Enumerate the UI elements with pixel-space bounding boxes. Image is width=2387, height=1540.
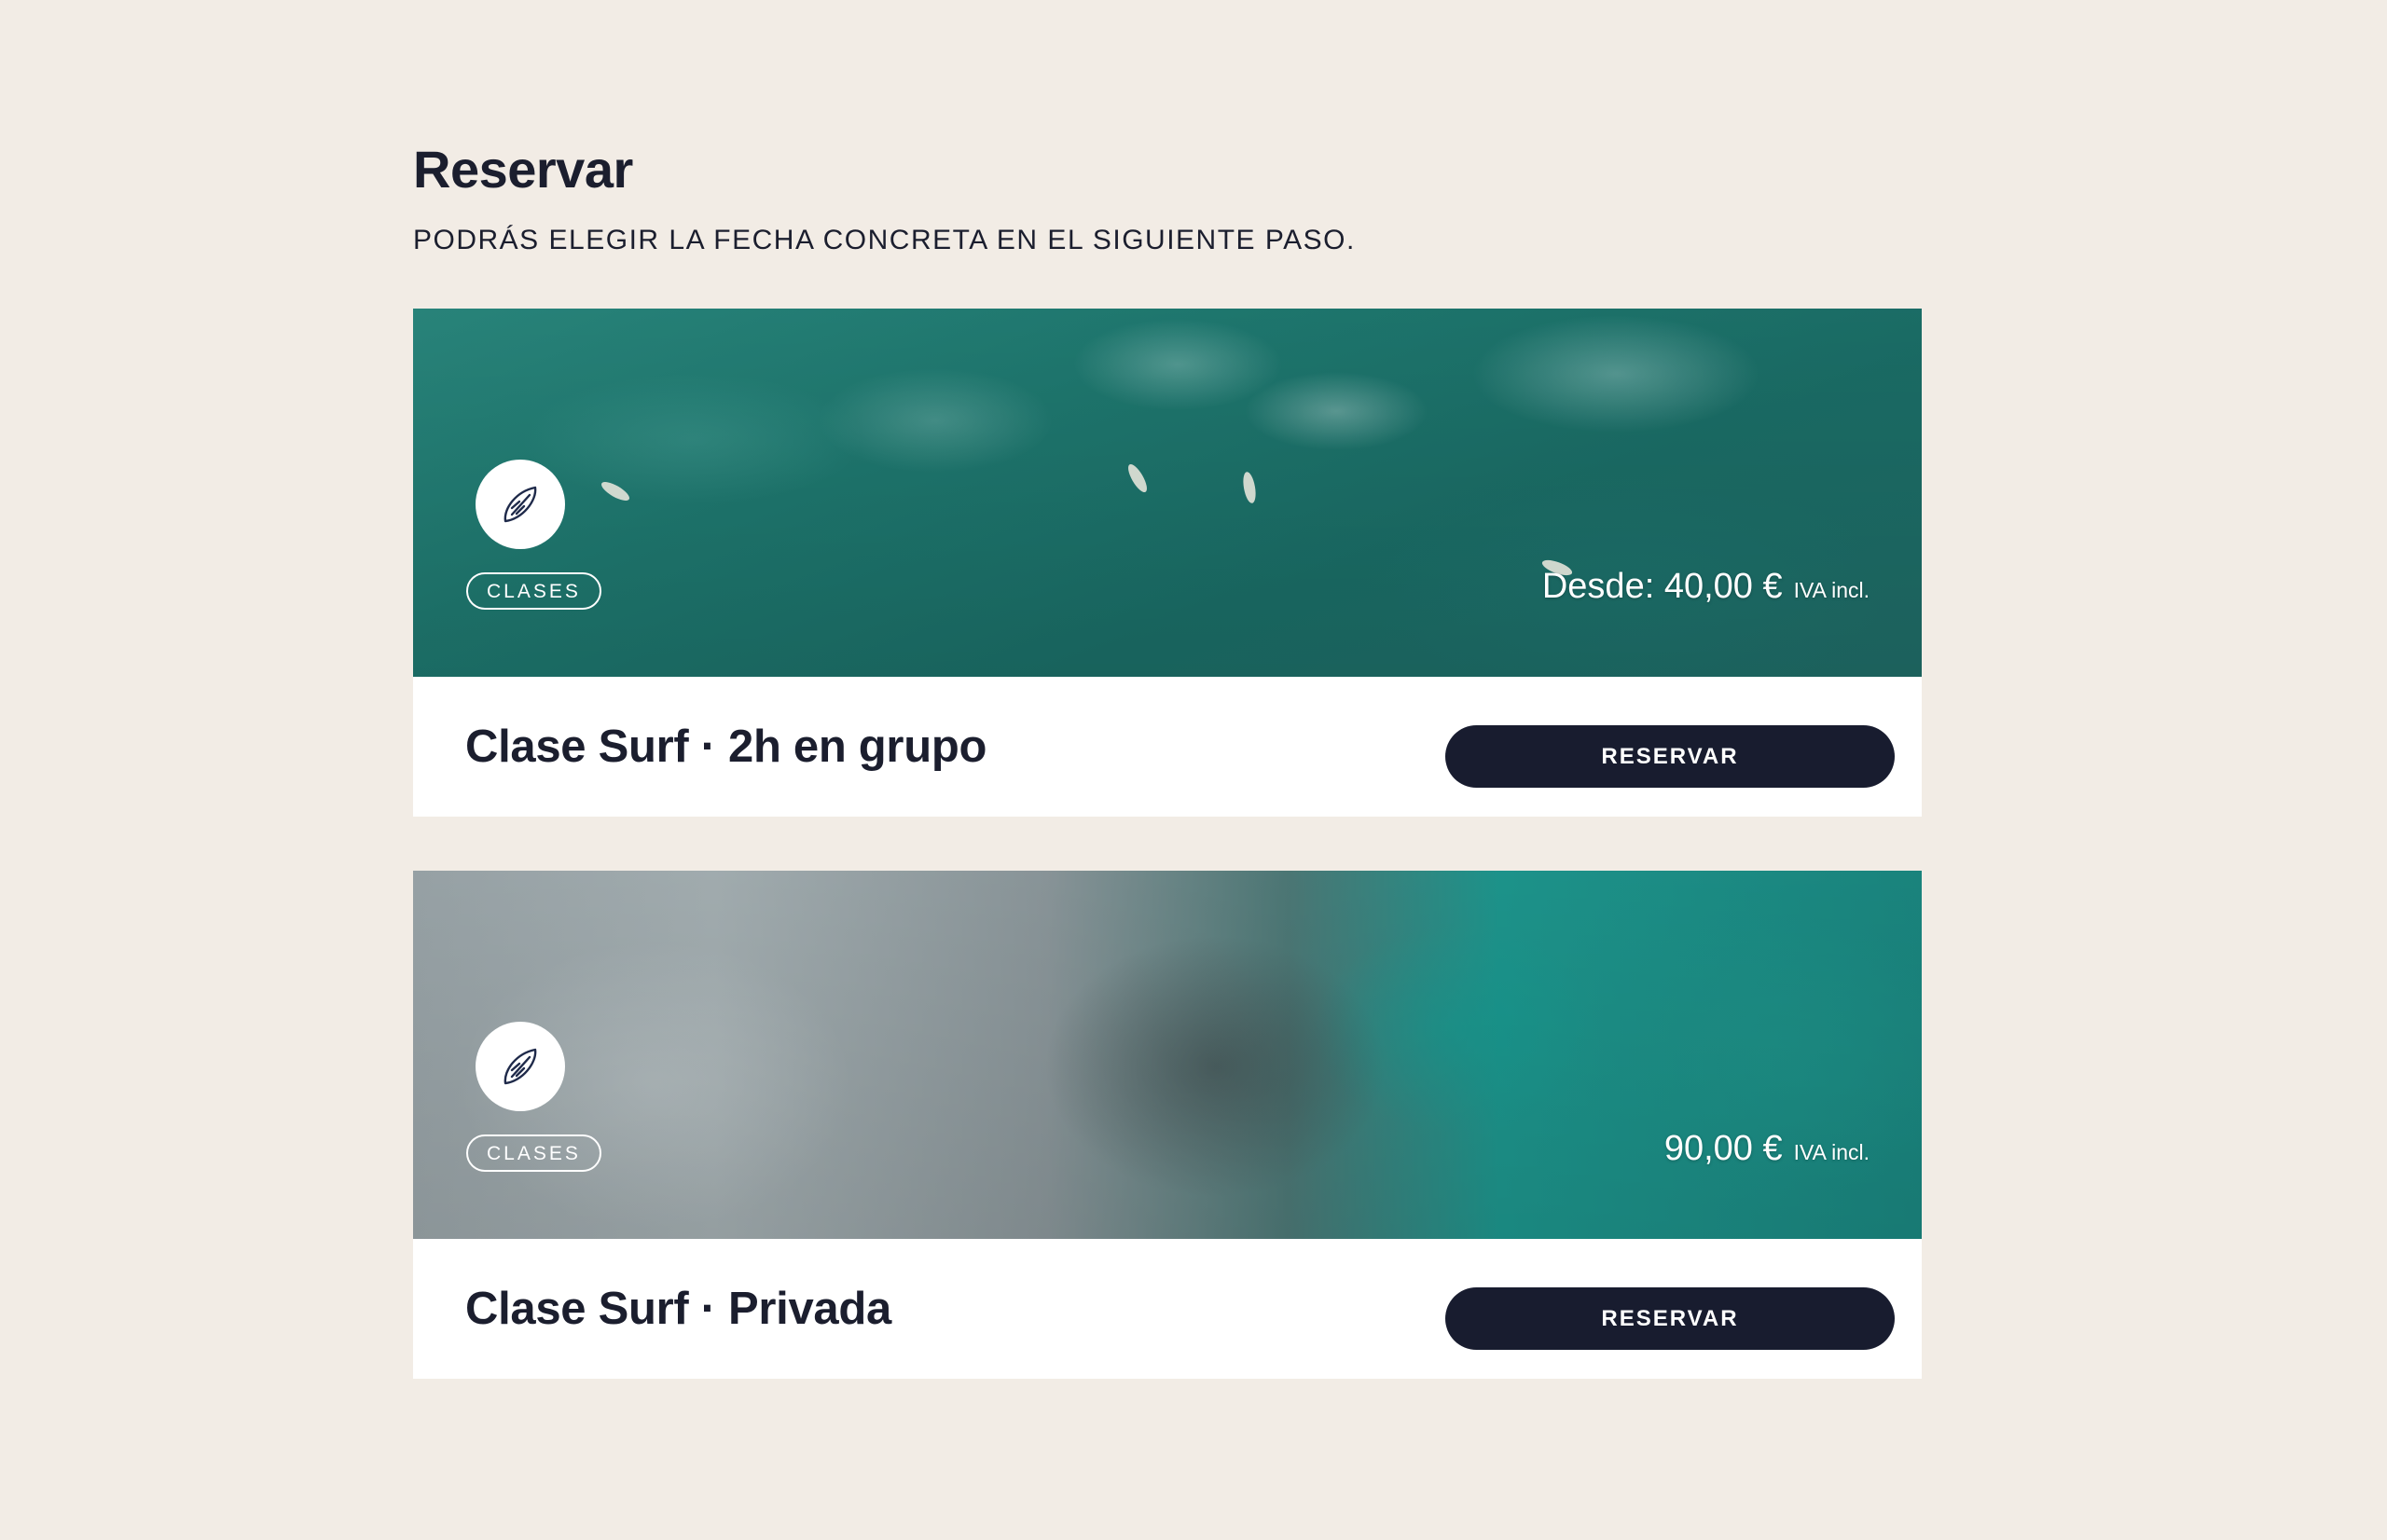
category-badge: CLASES: [466, 572, 601, 610]
price-label: 90,00 € IVA incl.: [1664, 1126, 1870, 1171]
offer-title: Clase Surf · Privada: [465, 1284, 891, 1334]
offer-hero-image: CLASES 90,00 € IVA incl.: [413, 871, 1922, 1239]
offer-hero-image: CLASES Desde: 40,00 € IVA incl.: [413, 309, 1922, 677]
offer-card-private-class: CLASES 90,00 € IVA incl. Clase Surf · Pr…: [413, 871, 1922, 1379]
reserve-button[interactable]: RESERVAR: [1445, 725, 1895, 788]
price-amount: Desde: 40,00 €: [1541, 567, 1783, 606]
page-subtitle: PODRÁS ELEGIR LA FECHA CONCRETA EN EL SI…: [413, 225, 1356, 255]
surfboard-icon: [476, 460, 565, 549]
tax-note: IVA incl.: [1793, 1140, 1870, 1164]
page-title: Reservar: [413, 140, 633, 199]
price-amount: 90,00 €: [1663, 1129, 1783, 1168]
reserve-button[interactable]: RESERVAR: [1445, 1287, 1895, 1350]
offer-card-group-class: CLASES Desde: 40,00 € IVA incl. Clase Su…: [413, 309, 1922, 817]
surfboard-icon: [476, 1022, 565, 1111]
tax-note: IVA incl.: [1793, 578, 1870, 602]
offer-title: Clase Surf · 2h en grupo: [465, 722, 987, 772]
category-badge: CLASES: [466, 1134, 601, 1172]
price-label: Desde: 40,00 € IVA incl.: [1542, 564, 1870, 609]
